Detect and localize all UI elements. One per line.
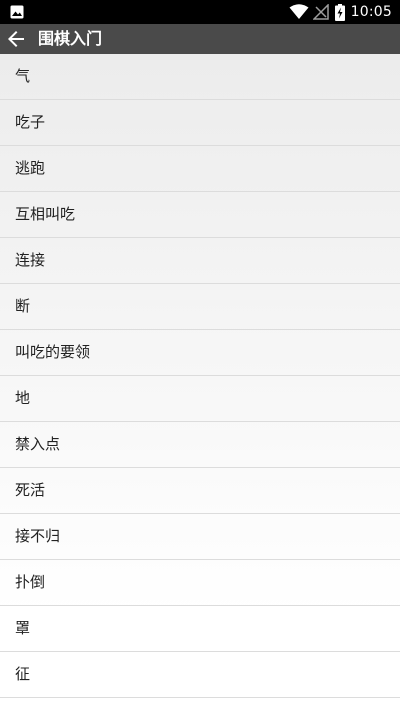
list-item-label: 叫吃的要领 [15, 343, 91, 361]
list-item-label: 接不归 [15, 527, 61, 545]
list-item-label: 断 [15, 297, 31, 315]
list-item-label: 征 [15, 665, 31, 683]
status-time: 10:05 [350, 4, 392, 20]
list-item-label: 地 [15, 389, 31, 407]
list-item-label: 连接 [15, 251, 46, 269]
page-title: 围棋入门 [38, 29, 103, 48]
status-bar: 10:05 [0, 0, 400, 24]
list-item-lesson-14[interactable]: 征 [0, 652, 400, 698]
battery-charging-icon [334, 3, 345, 21]
list-item-label: 扑倒 [15, 573, 46, 591]
list-item-lesson-6[interactable]: 断 [0, 284, 400, 330]
wifi-icon [289, 4, 309, 19]
app-bar: 围棋入门 [0, 24, 400, 54]
list-item-lesson-2[interactable]: 吃子 [0, 100, 400, 146]
list-item-lesson-3[interactable]: 逃跑 [0, 146, 400, 192]
list-item-lesson-5[interactable]: 连接 [0, 238, 400, 284]
list-item-lesson-1[interactable]: 气 [0, 54, 400, 100]
list-item-lesson-8[interactable]: 地 [0, 376, 400, 422]
no-signal-icon [312, 4, 329, 20]
arrow-left-icon[interactable] [4, 27, 28, 51]
list-item-lesson-11[interactable]: 接不归 [0, 514, 400, 560]
list-item-lesson-13[interactable]: 罩 [0, 606, 400, 652]
list-item-lesson-10[interactable]: 死活 [0, 468, 400, 514]
list-item-lesson-7[interactable]: 叫吃的要领 [0, 330, 400, 376]
list-item-label: 气 [15, 67, 31, 85]
list-item-label: 禁入点 [15, 435, 61, 453]
list-item-label: 吃子 [15, 113, 46, 131]
list-item-label: 罩 [15, 619, 31, 637]
list-item-lesson-4[interactable]: 互相叫吃 [0, 192, 400, 238]
list-item-lesson-9[interactable]: 禁入点 [0, 422, 400, 468]
lesson-list[interactable]: 气 吃子 逃跑 互相叫吃 连接 断 叫吃的要领 地 禁入点 死活 接不归 扑倒 … [0, 54, 400, 711]
list-item-label: 死活 [15, 481, 46, 499]
list-item-label: 逃跑 [15, 159, 46, 177]
list-item-label: 互相叫吃 [15, 205, 76, 223]
list-item-lesson-12[interactable]: 扑倒 [0, 560, 400, 606]
image-icon [10, 5, 24, 19]
